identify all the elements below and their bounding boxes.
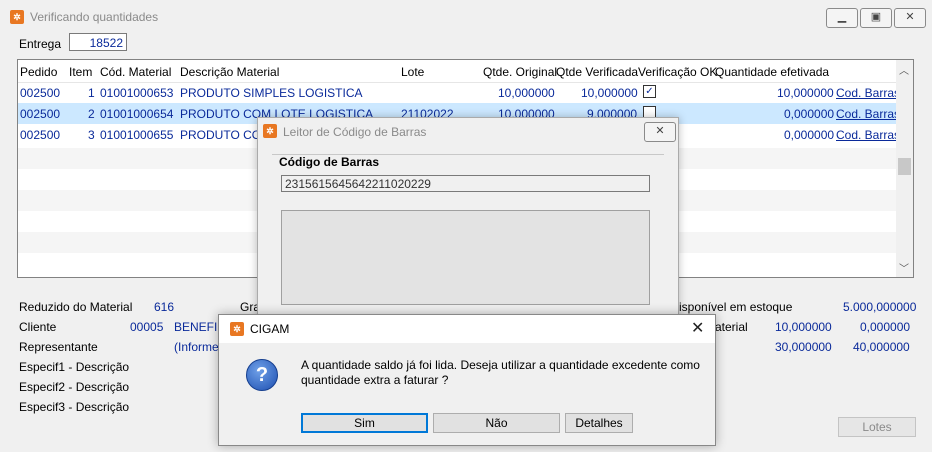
entrega-value: 18522 bbox=[89, 36, 123, 50]
cell-efet: 10,000000 bbox=[777, 86, 834, 100]
col-pedido[interactable]: Pedido bbox=[20, 65, 57, 79]
app-icon: ✲ bbox=[230, 322, 244, 336]
question-icon: ? bbox=[246, 359, 278, 391]
estoque-value: 5.000,000000 bbox=[843, 300, 917, 314]
col-qtde-verificada[interactable]: Qtde Verificada bbox=[556, 65, 638, 79]
cell-item: 3 bbox=[88, 128, 95, 142]
col-item[interactable]: Item bbox=[69, 65, 92, 79]
representante-label: Representante bbox=[19, 340, 98, 354]
cell-cod: 01001000653 bbox=[100, 86, 174, 100]
confirm-message-line1: A quantidade saldo já foi lida. Deseja u… bbox=[301, 358, 700, 372]
barcode-dialog-title: Leitor de Código de Barras bbox=[283, 125, 427, 139]
close-icon[interactable]: ✕ bbox=[691, 318, 704, 338]
especif3-label: Especif3 - Descrição bbox=[19, 400, 130, 414]
sim-button[interactable]: Sim bbox=[301, 413, 428, 433]
main-titlebar: ✲ Verificando quantidades ▁ ▣ ✕ bbox=[0, 0, 932, 34]
minimize-button[interactable]: ▁ bbox=[826, 8, 858, 28]
reduzido-value: 616 bbox=[154, 300, 175, 314]
reduzido-label: Reduzido do Material bbox=[19, 300, 133, 314]
table-row[interactable]: 002500 1 01001000653 PRODUTO SIMPLES LOG… bbox=[18, 82, 900, 103]
grid-header: Pedido Item Cód. Material Descrição Mate… bbox=[18, 60, 896, 83]
cell-cod: 01001000654 bbox=[100, 107, 174, 121]
cell-item: 1 bbox=[88, 86, 95, 100]
especif1-label: Especif1 - Descrição bbox=[19, 360, 130, 374]
entrega-label: Entrega bbox=[19, 37, 62, 51]
chevron-up-icon[interactable]: ︿ bbox=[899, 62, 909, 77]
col-descricao[interactable]: Descrição Material bbox=[180, 65, 279, 79]
col-lote[interactable]: Lote bbox=[401, 65, 424, 79]
close-button[interactable]: ✕ bbox=[894, 8, 926, 28]
cell-verif: 10,000000 bbox=[581, 86, 638, 100]
col-verificacao-ok[interactable]: Verificação OK bbox=[638, 65, 717, 79]
representante-value: (Informe bbox=[174, 340, 219, 354]
confirm-dialog-title: CIGAM bbox=[250, 322, 290, 336]
confirm-message-line2: quantidade extra a faturar ? bbox=[301, 373, 449, 387]
cod-barras-link[interactable]: Cod. Barras bbox=[836, 86, 900, 100]
material-value-1: 10,000000 bbox=[775, 320, 832, 334]
cell-pedido: 002500 bbox=[20, 107, 61, 121]
cell-item: 2 bbox=[88, 107, 95, 121]
cell-pedido: 002500 bbox=[20, 86, 61, 100]
total-value-1: 30,000000 bbox=[775, 340, 832, 354]
lotes-button[interactable]: Lotes bbox=[838, 417, 916, 437]
cod-barras-link[interactable]: Cod. Barras bbox=[836, 107, 900, 121]
checkbox-checked[interactable]: ✓ bbox=[643, 85, 656, 98]
cliente-label: Cliente bbox=[19, 320, 57, 334]
cell-efet: 0,000000 bbox=[784, 107, 835, 121]
barcode-group-label: Código de Barras bbox=[277, 155, 382, 169]
detalhes-button[interactable]: Detalhes bbox=[565, 413, 633, 433]
grid-scrollbar[interactable]: ︿ ﹀ bbox=[896, 60, 913, 277]
col-qtde-original[interactable]: Qtde. Original bbox=[483, 65, 557, 79]
app-icon: ✲ bbox=[263, 124, 277, 138]
entrega-field[interactable]: 18522 bbox=[69, 33, 127, 51]
especif2-label: Especif2 - Descrição bbox=[19, 380, 130, 394]
barcode-log-area bbox=[281, 210, 650, 305]
barcode-input[interactable]: 2315615645642211020229 bbox=[281, 175, 650, 192]
cliente-code: 00005 bbox=[130, 320, 164, 334]
cell-efet: 0,000000 bbox=[784, 128, 835, 142]
barcode-close-button[interactable]: ✕ bbox=[644, 122, 676, 142]
chevron-down-icon[interactable]: ﹀ bbox=[899, 260, 909, 275]
cell-cod: 01001000655 bbox=[100, 128, 174, 142]
confirm-dialog: ✲ CIGAM ✕ ? A quantidade saldo já foi li… bbox=[218, 314, 716, 446]
total-value-2: 40,000000 bbox=[853, 340, 910, 354]
nao-button[interactable]: Não bbox=[433, 413, 560, 433]
estoque-label: isponível em estoque bbox=[679, 300, 793, 314]
col-quantidade-efetivada[interactable]: Quantidade efetivada bbox=[715, 65, 829, 79]
material-label: aterial bbox=[715, 320, 748, 334]
barcode-dialog: ✲ Leitor de Código de Barras ✕ Código de… bbox=[257, 117, 679, 329]
app-icon: ✲ bbox=[10, 10, 24, 24]
window-title: Verificando quantidades bbox=[30, 10, 159, 24]
cell-orig: 10,000000 bbox=[498, 86, 555, 100]
material-value-2: 0,000000 bbox=[860, 320, 911, 334]
maximize-button[interactable]: ▣ bbox=[860, 8, 892, 28]
scroll-thumb[interactable] bbox=[898, 158, 911, 175]
cell-desc: PRODUTO SIMPLES LOGISTICA bbox=[180, 86, 363, 100]
col-cod-material[interactable]: Cód. Material bbox=[100, 65, 171, 79]
cod-barras-link[interactable]: Cod. Barras bbox=[836, 128, 900, 142]
cell-pedido: 002500 bbox=[20, 128, 61, 142]
